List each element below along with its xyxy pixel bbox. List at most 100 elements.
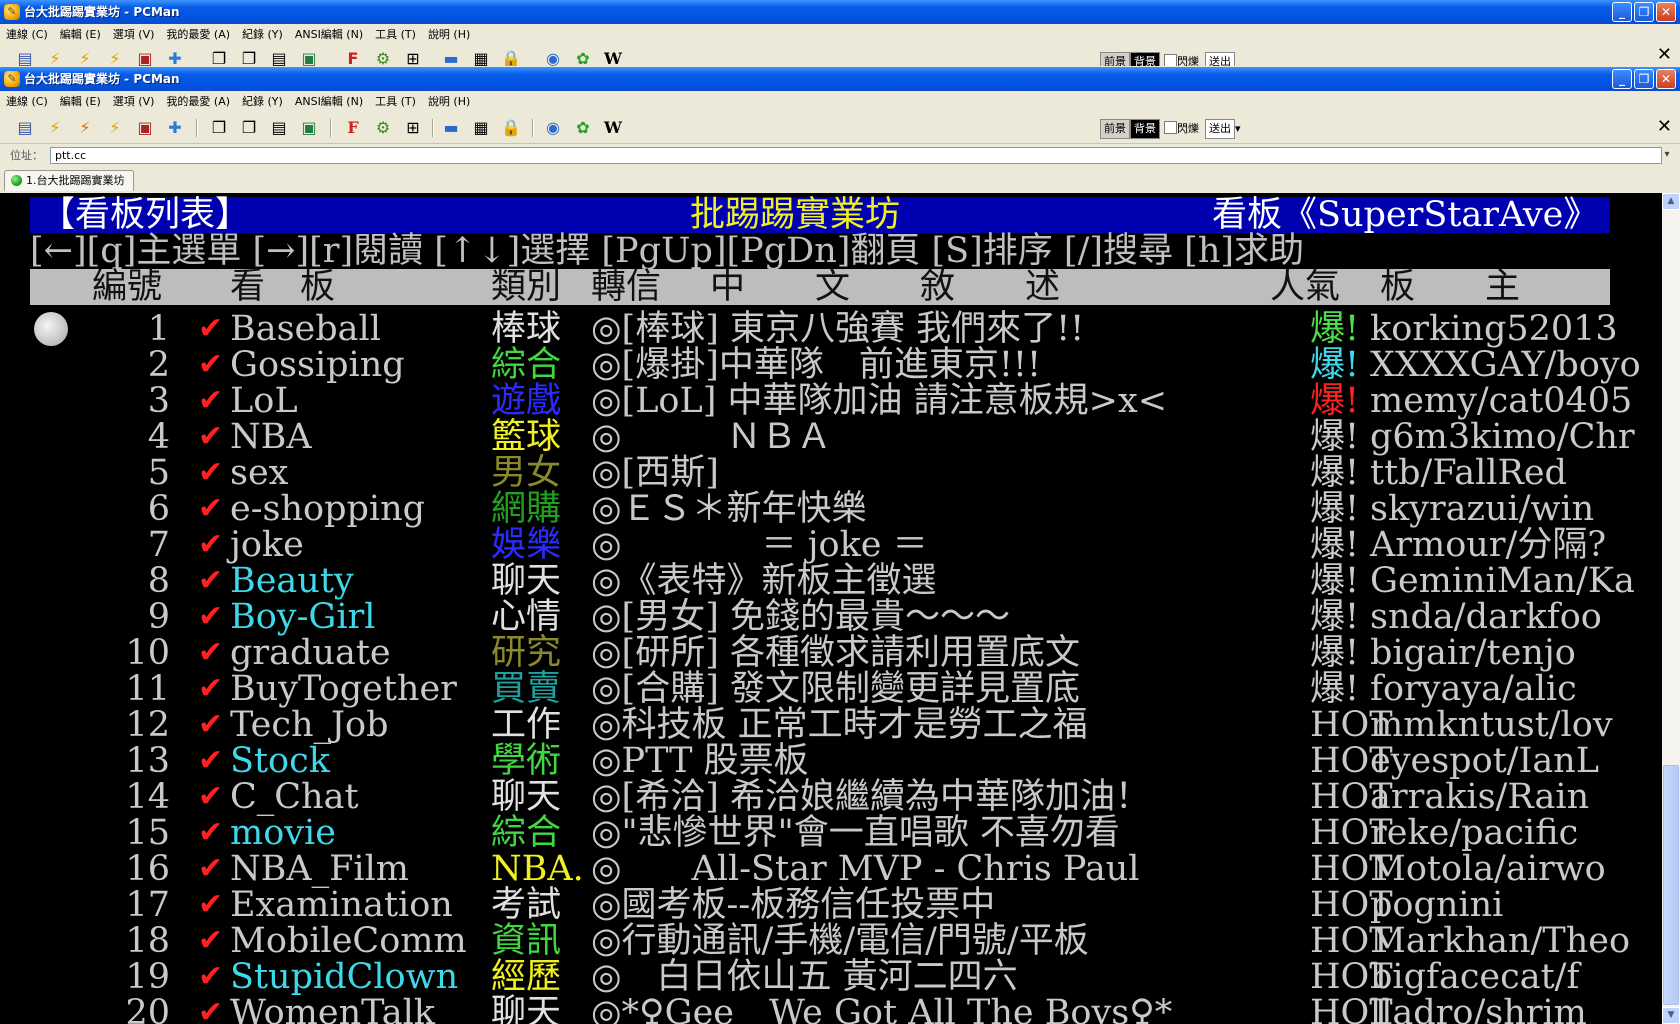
board-row[interactable]: 19 ✔ StupidClown 經歷 ◎ 白日依山五 黃河二四六 HOT bigfacec… [0,959,1662,995]
board-row[interactable]: 5 ✔ sex 男女 ◎[西斯] 爆! ttb/FallRed [0,455,1662,491]
outer-menu-ansi[interactable]: ANSI編輯 (N) [289,25,369,45]
favorites-add-icon[interactable]: ✚ [164,117,186,139]
disconnect-icon[interactable]: ⚡ [74,48,96,66]
nav-icon[interactable]: ◉ [542,48,564,66]
nav-icon[interactable]: ◉ [542,117,564,139]
outer-maximize-button[interactable]: ❐ [1634,2,1654,22]
close-tab-icon[interactable]: ▣ [134,48,156,66]
emoticon-icon[interactable]: ▦ [470,117,492,139]
board-row[interactable]: 9 ✔ Boy-Girl 心情 ◎[男女] 免錢的最貴～～～ 爆! snda/darkfoo [0,599,1662,635]
menu-favorites[interactable]: 我的最愛 (A) [160,92,236,112]
fullscreen-icon[interactable]: ⊞ [402,48,424,66]
copy-paste-icon[interactable]: ▤ [268,48,290,66]
quick-connect-icon[interactable]: ⚡ [44,117,66,139]
board-row[interactable]: 8 ✔ Beauty 聊天 ◎《表特》新板主徵選 爆! GeminiMan/Ka [0,563,1662,599]
board-row[interactable]: 14 ✔ C_Chat 聊天 ◎[希洽] 希洽娘繼續為中華隊加油！ HOT arrakis/… [0,779,1662,815]
board-row[interactable]: 20 ✔ WomenTalk 聊天 ◎*♀Gee We Got All The Boys… [0,995,1662,1024]
ansi-bar-icon[interactable]: ▬ [440,117,462,139]
address-dropdown-icon[interactable]: ▾ [1660,148,1674,162]
paste-icon[interactable]: ❐ [238,117,260,139]
close-tab-icon[interactable]: ▣ [134,117,156,139]
menu-tools[interactable]: 工具 (T) [369,92,422,112]
reconnect-icon[interactable]: ⚡ [104,48,126,66]
outer-menu-tools[interactable]: 工具 (T) [369,25,422,45]
wiki-icon[interactable]: W [602,48,624,66]
menu-help[interactable]: 說明 (H) [422,92,476,112]
board-row[interactable]: 12 ✔ Tech_Job 工作 ◎科技板 正常工時才是勞工之福 HOT mmkntust/… [0,707,1662,743]
address-input[interactable]: ptt.cc [50,147,1662,164]
menu-history[interactable]: 紀錄 (Y) [236,92,289,112]
outer-menu-history[interactable]: 紀錄 (Y) [236,25,289,45]
menu-connect[interactable]: 連線 (C) [0,92,54,112]
copy-paste-icon[interactable]: ▤ [268,117,290,139]
flower-icon[interactable]: ✿ [572,48,594,66]
outer-fg-button[interactable]: 前景 [1100,52,1130,66]
vertical-scrollbar[interactable]: ▲ ▼ [1662,193,1680,1024]
close-button[interactable]: ✕ [1656,69,1676,89]
new-connection-icon[interactable]: ▤ [14,48,36,66]
menu-edit[interactable]: 編輯 (E) [54,92,107,112]
outer-close-button[interactable]: ✕ [1656,2,1676,22]
tab-ptt[interactable]: 1.台大批踢踢實業坊 [4,170,134,191]
board-row[interactable]: 18 ✔ MobileComm 資訊 ◎行動通訊/手機/電信/門號/平板 HOT Markh… [0,923,1662,959]
board-row[interactable]: 15 ✔ movie 綜合 ◎"悲慘世界"會一直唱歌 不喜勿看 HOT reke/pacif… [0,815,1662,851]
reconnect-icon[interactable]: ⚡ [104,117,126,139]
settings-icon[interactable]: ⚙ [372,117,394,139]
disconnect-icon[interactable]: ⚡ [74,117,96,139]
board-row[interactable]: 4 ✔ NBA 籃球 ◎ ＮＢＡ 爆! g6m3kimo/Chr [0,419,1662,455]
font-icon[interactable]: F [342,117,364,139]
board-row[interactable]: 3 ✔ LoL 遊戲 ◎[LoL] 中華隊加油 請注意板規>x< 爆! memy/cat04… [0,383,1662,419]
menu-ansi[interactable]: ANSI編輯 (N) [289,92,369,112]
font-icon[interactable]: F [342,48,364,66]
outer-blink-checkbox[interactable] [1164,54,1177,66]
board-row[interactable]: 6 ✔ e-shopping 網購 ◎ＥＳ＊新年快樂 爆! skyrazui/win [0,491,1662,527]
lock-icon[interactable]: 🔒 [500,117,522,139]
minimize-button[interactable]: _ [1612,69,1632,89]
copy-icon[interactable]: ❐ [208,117,230,139]
new-connection-icon[interactable]: ▤ [14,117,36,139]
board-row[interactable]: 2 ✔ Gossiping 綜合 ◎[爆掛]中華隊 前進東京!!! 爆! XXXXGAY/b… [0,347,1662,383]
copy-icon[interactable]: ❐ [208,48,230,66]
send-button[interactable]: 送出 [1205,119,1235,139]
outer-close-tab-x[interactable]: ✕ [1657,46,1672,66]
board-row[interactable]: 11 ✔ BuyTogether 買賣 ◎[合購] 發文限制變更詳見置底 爆! foryay… [0,671,1662,707]
blink-checkbox[interactable] [1164,121,1177,134]
scroll-up-icon[interactable]: ▲ [1662,193,1680,210]
scroll-thumb[interactable] [1663,765,1679,1005]
menu-options[interactable]: 選項 (V) [107,92,161,112]
send-dropdown-icon[interactable]: ▾ [1235,122,1241,135]
settings-icon[interactable]: ⚙ [372,48,394,66]
terminal-screen[interactable]: 【看板列表】 批踢踢實業坊 看板《SuperStarAve》 [←][q]主選單… [0,193,1662,1024]
outer-send-button[interactable]: 送出 [1205,52,1235,66]
outer-menu-connect[interactable]: 連線 (C) [0,25,54,45]
outer-menu-edit[interactable]: 編輯 (E) [54,25,107,45]
maximize-button[interactable]: ❐ [1634,69,1654,89]
outer-menu-options[interactable]: 選項 (V) [107,25,161,45]
screenshot-icon[interactable]: ▣ [298,48,320,66]
favorites-add-icon[interactable]: ✚ [164,48,186,66]
wiki-icon[interactable]: W [602,117,624,139]
lock-icon[interactable]: 🔒 [500,48,522,66]
board-row[interactable]: 13 ✔ Stock 學術 ◎PTT 股票板 HOT eyespot/IanL [0,743,1662,779]
flower-icon[interactable]: ✿ [572,117,594,139]
scroll-down-icon[interactable]: ▼ [1662,1007,1680,1024]
screenshot-icon[interactable]: ▣ [298,117,320,139]
fg-button[interactable]: 前景 [1100,119,1130,139]
board-row[interactable]: 10 ✔ graduate 研究 ◎[研所] 各種徵求請利用置底文 爆! bigair/te… [0,635,1662,671]
outer-minimize-button[interactable]: _ [1612,2,1632,22]
paste-icon[interactable]: ❐ [238,48,260,66]
quick-connect-icon[interactable]: ⚡ [44,48,66,66]
outer-menu-favorites[interactable]: 我的最愛 (A) [160,25,236,45]
emoticon-icon[interactable]: ▦ [470,48,492,66]
fullscreen-icon[interactable]: ⊞ [402,117,424,139]
outer-bg-button[interactable]: 背景 [1130,52,1160,66]
bg-button[interactable]: 背景 [1130,119,1160,139]
ansi-bar-icon[interactable]: ▬ [440,48,462,66]
close-tab-x-icon[interactable]: ✕ [1657,116,1672,138]
board-row[interactable]: 1 ✔ Baseball 棒球 ◎[棒球] 東京八強賽 我們來了!! 爆! korking5… [0,311,1662,347]
outer-menu-help[interactable]: 說明 (H) [422,25,476,45]
board-row[interactable]: 7 ✔ joke 娛樂 ◎ ＝ joke ＝ 爆! Armour/分隔? [0,527,1662,563]
board-row[interactable]: 17 ✔ Examination 考試 ◎國考板--板務信任投票中 HOT pognini [0,887,1662,923]
board-row[interactable]: 16 ✔ NBA_Film NBA. ◎ All-Star MVP - Chris Pa… [0,851,1662,887]
board-description: ◎ All-Star MVP - Chris Paul [591,849,1140,889]
